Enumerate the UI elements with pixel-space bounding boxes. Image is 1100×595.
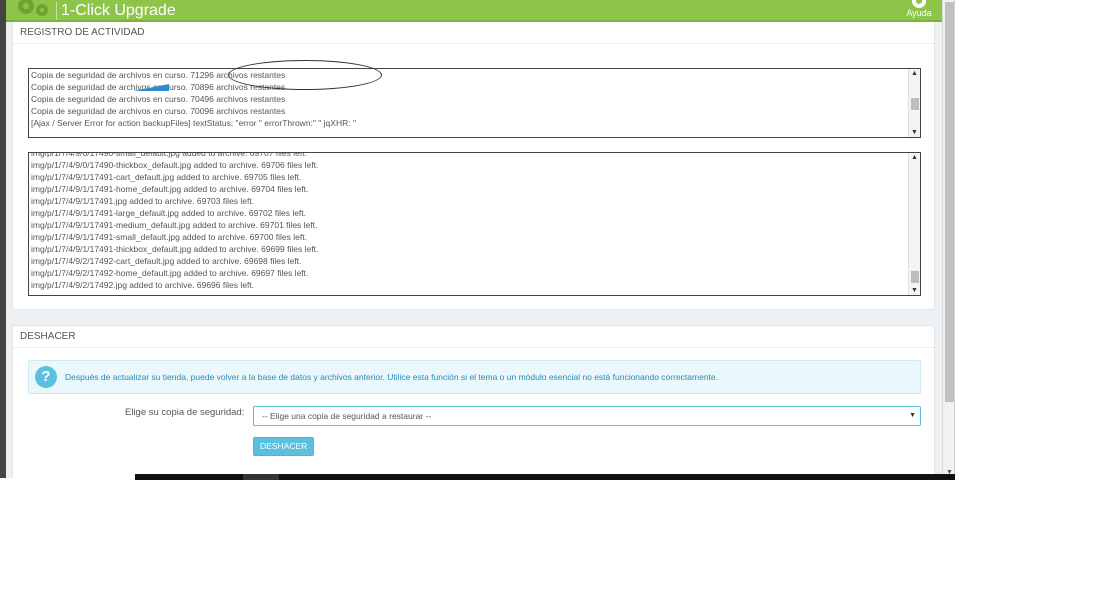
pointer-annotation xyxy=(133,84,169,91)
activity-log-textarea[interactable]: Copia de seguridad de archivos en curso.… xyxy=(28,68,921,138)
log-line: img/p/1/7/4/9/1/17491-cart_default.jpg a… xyxy=(31,172,302,182)
log-line: [Ajax / Server Error for action backupFi… xyxy=(31,118,356,128)
info-alert: ? Después de actualizar su tienda, puede… xyxy=(28,360,921,394)
backup-select-label: Elige su copia de seguridad: xyxy=(125,407,245,418)
log-line: img/p/1/7/4/9/1/17491.jpg added to archi… xyxy=(31,196,255,206)
activity-log-panel: REGISTRO DE ACTIVIDAD Copia de seguridad… xyxy=(12,22,935,310)
help-icon xyxy=(912,0,926,8)
module-title: 1-Click Upgrade xyxy=(56,2,176,20)
scroll-down-icon[interactable]: ▼ xyxy=(911,129,918,136)
scroll-thumb[interactable] xyxy=(911,98,919,110)
error-highlight-annotation xyxy=(228,60,382,90)
files-log-textarea[interactable]: img/p/1/7/4/9/0/17490-small_default.jpg … xyxy=(28,152,921,296)
log-line: img/p/1/7/4/9/2/17492-home_default.jpg a… xyxy=(31,268,309,278)
log-line: img/p/1/7/4/9/0/17490-thickbox_default.j… xyxy=(31,160,319,170)
log-line: Copia de seguridad de archivos en curso.… xyxy=(31,106,286,116)
log-line: img/p/1/7/4/9/2/17492-cart_default.jpg a… xyxy=(31,256,302,266)
log-line: img/p/1/7/4/9/1/17491-small_default.jpg … xyxy=(31,232,307,242)
log-line: Copia de seguridad de archivos en curso.… xyxy=(31,70,286,80)
log-line: img/p/1/7/4/9/1/17491-medium_default.jpg… xyxy=(31,220,318,230)
upgrade-module-window: 1-Click Upgrade Ayuda REGISTRO DE ACTIVI… xyxy=(0,0,955,478)
activity-log-heading: REGISTRO DE ACTIVIDAD xyxy=(13,22,934,44)
backup-select-value: -- Elige una copia de seguridad a restau… xyxy=(262,411,432,421)
log-line: img/p/1/7/4/9/2/17492.jpg added to archi… xyxy=(31,280,255,290)
undo-button[interactable]: DESHACER xyxy=(253,437,315,456)
log-line: img/p/1/7/4/9/1/17491-home_default.jpg a… xyxy=(31,184,309,194)
help-label: Ayuda xyxy=(906,8,932,18)
page-scroll-thumb[interactable] xyxy=(945,2,954,402)
scroll-up-icon[interactable]: ▲ xyxy=(911,70,918,77)
rollback-panel: DESHACER ? Después de actualizar su tien… xyxy=(12,325,935,478)
taskbar-segment xyxy=(243,474,279,480)
rollback-heading: DESHACER xyxy=(13,326,934,348)
scroll-up-icon[interactable]: ▲ xyxy=(911,154,918,161)
log-line: img/p/1/7/4/9/0/17490-small_default.jpg … xyxy=(31,152,307,158)
module-header: 1-Click Upgrade Ayuda xyxy=(6,0,942,22)
activity-log-lines: Copia de seguridad de archivos en curso.… xyxy=(29,69,906,129)
help-button[interactable]: Ayuda xyxy=(904,0,934,18)
activity-log-scrollbar[interactable]: ▲ ▼ xyxy=(908,69,920,137)
window-left-edge xyxy=(0,0,6,478)
taskbar-strip xyxy=(135,474,955,480)
log-line: img/p/1/7/4/9/1/17491-large_default.jpg … xyxy=(31,208,307,218)
scroll-thumb[interactable] xyxy=(911,271,919,283)
caret-down-icon: ▼ xyxy=(909,412,916,419)
log-line: img/p/1/7/4/9/1/17491-thickbox_default.j… xyxy=(31,244,319,254)
log-line: Copia de seguridad de archivos en curso.… xyxy=(31,94,286,104)
page-scrollbar[interactable]: ▼ xyxy=(942,0,954,478)
scroll-down-icon[interactable]: ▼ xyxy=(911,287,918,294)
gears-icon xyxy=(18,0,48,16)
backup-select[interactable]: -- Elige una copia de seguridad a restau… xyxy=(253,406,921,426)
files-log-scrollbar[interactable]: ▲ ▼ xyxy=(908,153,920,295)
question-icon: ? xyxy=(35,366,57,388)
info-alert-text: Después de actualizar su tienda, puede v… xyxy=(65,372,718,382)
files-log-lines: img/p/1/7/4/9/0/17490-small_default.jpg … xyxy=(29,152,906,291)
